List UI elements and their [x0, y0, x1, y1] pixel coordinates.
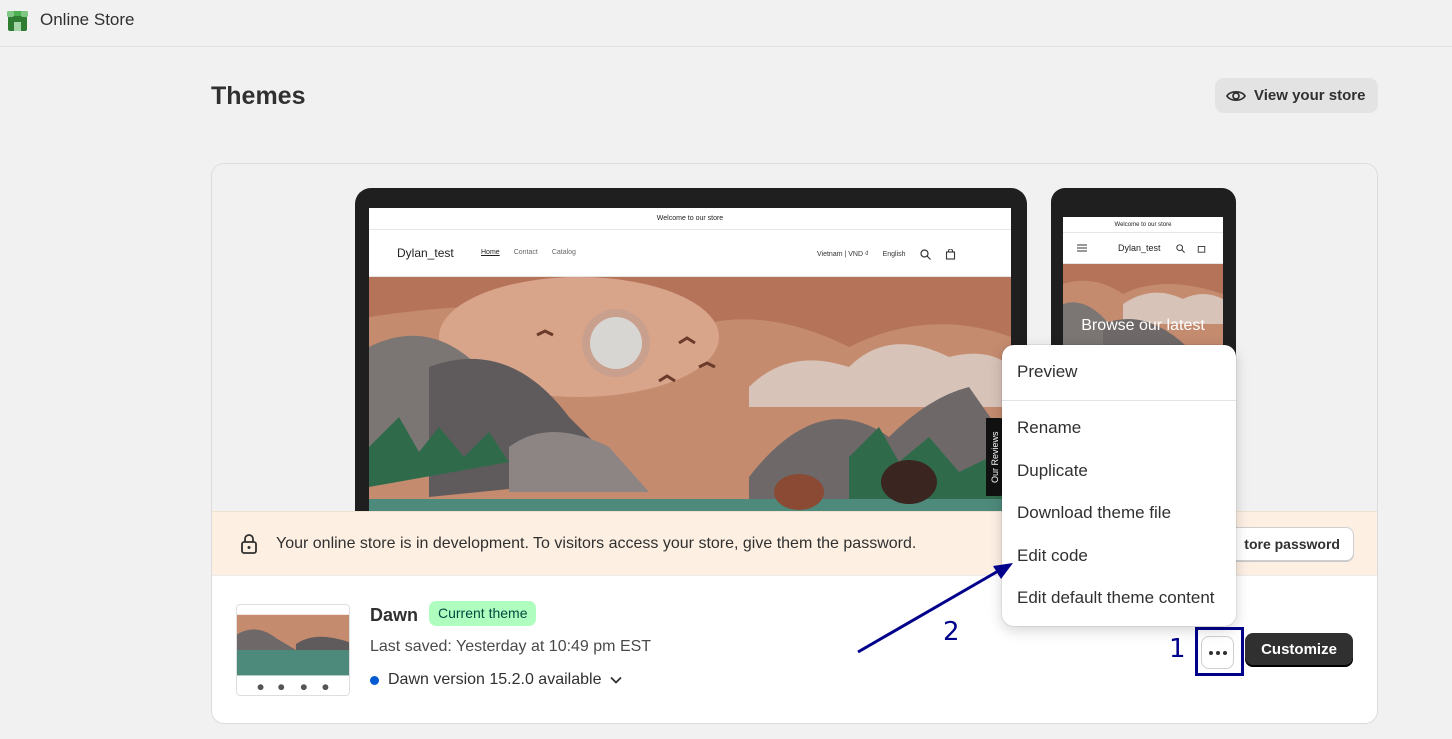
hero-illustration	[369, 277, 1011, 511]
menu-item-duplicate[interactable]: Duplicate	[1017, 461, 1088, 481]
development-message: Your online store is in development. To …	[276, 535, 917, 552]
currency-selector: Vietnam | VND ₫	[817, 251, 869, 258]
cart-icon	[945, 249, 955, 260]
menu-icon	[1077, 244, 1087, 252]
app-title: Online Store	[40, 10, 135, 29]
search-icon	[919, 249, 931, 260]
version-update[interactable]: Dawn version 15.2.0 available	[370, 671, 623, 689]
view-store-label: View your store	[1254, 87, 1366, 104]
status-dot	[370, 675, 379, 685]
view-store-button[interactable]: View your store	[1215, 78, 1378, 113]
menu-item-rename[interactable]: Rename	[1017, 418, 1081, 438]
menu-item-edit-default-content[interactable]: Edit default theme content	[1017, 588, 1215, 608]
lock-icon	[241, 534, 257, 554]
mobile-store-header: Dylan_test	[1063, 233, 1223, 264]
mobile-search-icon	[1176, 244, 1185, 253]
version-text: Dawn version 15.2.0 available	[388, 671, 602, 688]
eye-icon	[1226, 90, 1246, 101]
announcement-bar: Welcome to our store	[369, 208, 1011, 230]
theme-actions-menu: Preview Rename Duplicate Download theme …	[1002, 345, 1236, 626]
store-header: Dylan_test Home Contact Catalog Vietnam …	[369, 230, 1011, 277]
store-header-right: Vietnam | VND ₫ English	[817, 249, 956, 260]
ellipsis-dot	[1215, 650, 1220, 655]
chevron-down-icon	[610, 676, 623, 684]
top-bar: Online Store	[0, 0, 1452, 47]
mobile-announcement-bar: Welcome to our store	[1063, 217, 1223, 233]
nav-contact: Contact	[513, 249, 538, 256]
mobile-hero-text: Browse our latest	[1081, 317, 1205, 334]
customize-button[interactable]: Customize	[1245, 633, 1353, 667]
page-title: Themes	[211, 82, 306, 110]
menu-divider	[1002, 400, 1236, 401]
nav-home: Home	[481, 249, 500, 256]
menu-item-edit-code[interactable]: Edit code	[1017, 546, 1088, 566]
store-name: Dylan_test	[397, 246, 454, 260]
annotation-step-1: 1	[1169, 634, 1186, 664]
ellipsis-dot	[1222, 650, 1227, 655]
mobile-cart-icon	[1197, 246, 1206, 253]
menu-item-download-theme[interactable]: Download theme file	[1017, 503, 1171, 523]
theme-name: Dawn	[370, 605, 419, 625]
mobile-store-name: Dylan_test	[1118, 243, 1161, 253]
ellipsis-dot	[1208, 650, 1213, 655]
desktop-preview: Welcome to our store Dylan_test Home Con…	[355, 188, 1027, 511]
annotation-step-2: 2	[943, 617, 960, 647]
menu-item-preview[interactable]: Preview	[1017, 362, 1077, 382]
online-store-icon[interactable]	[6, 9, 29, 32]
theme-thumbnail	[236, 604, 350, 696]
store-nav: Home Contact Catalog	[481, 249, 576, 256]
nav-catalog: Catalog	[551, 249, 576, 256]
last-saved-text: Last saved: Yesterday at 10:49 pm EST	[370, 638, 652, 655]
more-actions-button[interactable]	[1201, 636, 1234, 669]
language-selector: English	[882, 251, 906, 258]
current-theme-badge: Current theme	[429, 601, 537, 626]
